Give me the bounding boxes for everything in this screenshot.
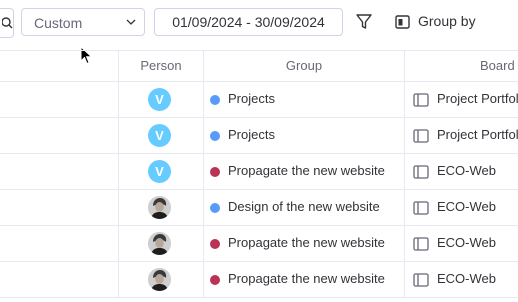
filter-button[interactable] bbox=[352, 10, 376, 34]
group-name: Projects bbox=[228, 91, 275, 106]
name-cell[interactable] bbox=[0, 154, 119, 189]
group-cell[interactable]: Projects bbox=[204, 82, 405, 117]
board-icon bbox=[413, 93, 429, 107]
group-color-dot bbox=[210, 167, 220, 177]
chevron-down-icon bbox=[126, 19, 136, 25]
table-row[interactable]: Propagate the new website ECO-Web bbox=[0, 262, 518, 298]
timeline-table: Person Group Board V Projects Project Po… bbox=[0, 50, 518, 298]
table-row[interactable]: Design of the new website ECO-Web bbox=[0, 190, 518, 226]
group-cell[interactable]: Propagate the new website bbox=[204, 262, 405, 297]
group-cell[interactable]: Projects bbox=[204, 118, 405, 153]
board-cell[interactable]: ECO-Web bbox=[405, 190, 518, 225]
table-row[interactable]: Propagate the new website ECO-Web bbox=[0, 226, 518, 262]
table-row[interactable]: V Propagate the new website ECO-Web bbox=[0, 154, 518, 190]
person-cell[interactable]: V bbox=[119, 118, 204, 153]
board-icon bbox=[413, 165, 429, 179]
board-cell[interactable]: ECO-Web bbox=[405, 226, 518, 261]
person-photo-icon bbox=[148, 232, 171, 255]
board-icon bbox=[413, 273, 429, 287]
filter-icon bbox=[356, 14, 372, 29]
avatar[interactable]: V bbox=[148, 88, 171, 111]
group-name: Projects bbox=[228, 127, 275, 142]
board-icon bbox=[413, 237, 429, 251]
board-cell[interactable]: Project Portfolio bbox=[405, 82, 518, 117]
header-board[interactable]: Board bbox=[405, 51, 518, 81]
board-name: ECO-Web bbox=[437, 163, 496, 178]
header-group[interactable]: Group bbox=[204, 51, 405, 81]
search-icon bbox=[2, 17, 13, 29]
toolbar: Custom 01/09/2024 - 30/09/2024 Group by bbox=[0, 0, 518, 48]
board-name: ECO-Web bbox=[437, 235, 496, 250]
group-cell[interactable]: Design of the new website bbox=[204, 190, 405, 225]
board-cell[interactable]: ECO-Web bbox=[405, 154, 518, 189]
person-photo-icon bbox=[148, 268, 171, 291]
person-photo-icon bbox=[148, 196, 171, 219]
person-cell[interactable] bbox=[119, 262, 204, 297]
table-row[interactable]: V Projects Project Portfolio bbox=[0, 118, 518, 154]
group-cell[interactable]: Propagate the new website bbox=[204, 226, 405, 261]
avatar[interactable]: V bbox=[148, 160, 171, 183]
date-range-picker[interactable]: 01/09/2024 - 30/09/2024 bbox=[154, 8, 343, 36]
name-cell[interactable] bbox=[0, 226, 119, 261]
board-cell[interactable]: Project Portfolio bbox=[405, 118, 518, 153]
avatar[interactable] bbox=[148, 232, 171, 255]
board-cell[interactable]: ECO-Web bbox=[405, 262, 518, 297]
group-by-label: Group by bbox=[418, 13, 476, 29]
person-cell[interactable] bbox=[119, 226, 204, 261]
board-name: ECO-Web bbox=[437, 271, 496, 286]
search-button[interactable] bbox=[0, 8, 14, 38]
person-cell[interactable] bbox=[119, 190, 204, 225]
header-person[interactable]: Person bbox=[119, 51, 204, 81]
header-name-column bbox=[0, 51, 119, 81]
group-color-dot bbox=[210, 239, 220, 249]
person-cell[interactable]: V bbox=[119, 154, 204, 189]
avatar[interactable] bbox=[148, 268, 171, 291]
name-cell[interactable] bbox=[0, 82, 119, 117]
name-cell[interactable] bbox=[0, 190, 119, 225]
avatar[interactable]: V bbox=[148, 124, 171, 147]
avatar[interactable] bbox=[148, 196, 171, 219]
group-cell[interactable]: Propagate the new website bbox=[204, 154, 405, 189]
group-name: Propagate the new website bbox=[228, 271, 385, 286]
board-icon bbox=[413, 201, 429, 215]
person-cell[interactable]: V bbox=[119, 82, 204, 117]
group-color-dot bbox=[210, 95, 220, 105]
period-select[interactable]: Custom bbox=[21, 8, 145, 36]
board-icon bbox=[413, 129, 429, 143]
name-cell[interactable] bbox=[0, 118, 119, 153]
table-header: Person Group Board bbox=[0, 50, 518, 82]
group-color-dot bbox=[210, 203, 220, 213]
group-name: Design of the new website bbox=[228, 199, 380, 214]
table-row[interactable]: V Projects Project Portfolio bbox=[0, 82, 518, 118]
group-color-dot bbox=[210, 131, 220, 141]
group-by-icon bbox=[395, 15, 410, 29]
name-cell[interactable] bbox=[0, 262, 119, 297]
group-color-dot bbox=[210, 275, 220, 285]
period-select-value: Custom bbox=[34, 15, 83, 31]
group-name: Propagate the new website bbox=[228, 163, 385, 178]
board-name: Project Portfolio bbox=[437, 91, 518, 106]
board-name: ECO-Web bbox=[437, 199, 496, 214]
board-name: Project Portfolio bbox=[437, 127, 518, 142]
group-name: Propagate the new website bbox=[228, 235, 385, 250]
